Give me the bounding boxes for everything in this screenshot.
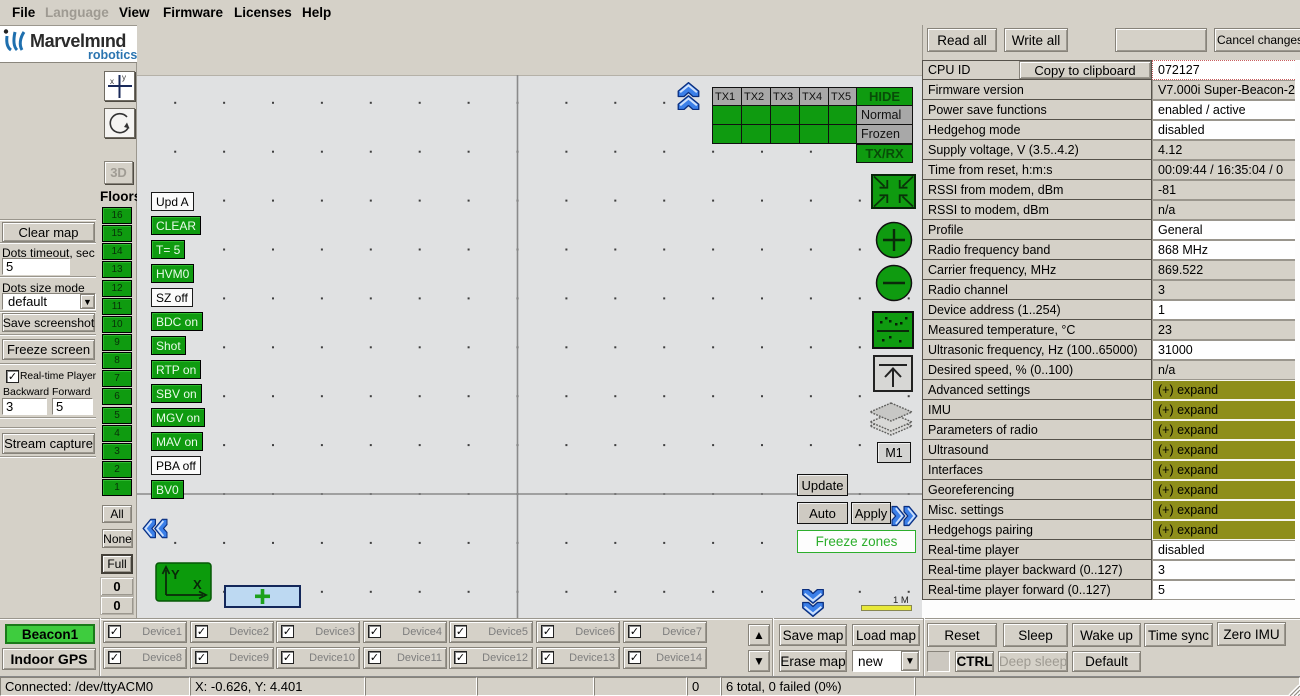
svg-text:x: x — [110, 77, 114, 86]
svg-text:X: X — [193, 577, 202, 592]
svg-text:y: y — [122, 73, 126, 82]
svg-text:Y: Y — [171, 567, 180, 582]
